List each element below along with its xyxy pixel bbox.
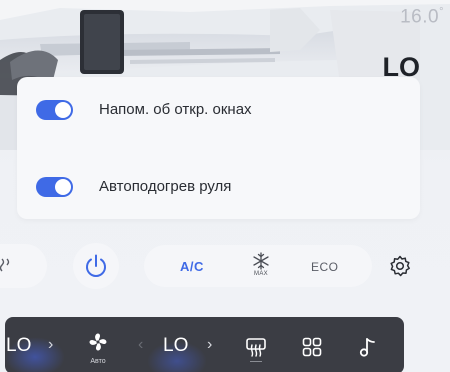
driver-temp[interactable]: LO <box>6 335 31 357</box>
fan-mode-label: Авто <box>90 358 106 365</box>
setting-row-window-reminder[interactable]: Напом. об откр. окнах <box>17 95 420 125</box>
defrost-indicator <box>250 361 262 362</box>
passenger-temp[interactable]: LO <box>163 335 188 357</box>
window-reminder-toggle[interactable] <box>36 100 73 120</box>
temperature-unit: ° <box>439 6 444 18</box>
chevron-right-icon[interactable]: › <box>48 336 53 354</box>
max-ac-button[interactable]: MAX <box>248 252 274 282</box>
max-label: MAX <box>254 271 268 277</box>
power-button[interactable] <box>73 243 119 289</box>
window-reminder-label: Напом. об откр. окнах <box>99 101 252 118</box>
rear-defrost-icon[interactable] <box>245 337 267 357</box>
fan-icon[interactable] <box>87 331 109 353</box>
power-icon <box>86 254 106 277</box>
toggle-knob <box>55 102 71 118</box>
music-note-icon[interactable] <box>359 336 379 358</box>
settings-button[interactable] <box>388 254 412 278</box>
seat-heat-icon <box>0 258 10 272</box>
chevron-right-icon[interactable]: › <box>207 336 212 354</box>
snowflake-max-icon <box>253 252 269 270</box>
temperature-value: 16.0 <box>400 6 440 28</box>
eco-button[interactable]: ECO <box>311 260 339 274</box>
seat-heat-button[interactable] <box>0 244 47 288</box>
steering-heat-toggle[interactable] <box>36 177 73 197</box>
gear-icon <box>390 255 410 277</box>
bottom-dock: LO › Авто ‹ LO › <box>5 317 404 372</box>
climate-mode-bar: A/C MAX ECO <box>144 245 372 287</box>
temperature-right[interactable]: 16.0° <box>364 6 444 28</box>
setting-row-steering-heat[interactable]: Автоподогрев руля <box>17 172 420 202</box>
quick-settings-popup: Напом. об откр. окнах Автоподогрев руля <box>17 77 420 219</box>
ac-button[interactable]: A/C <box>180 259 204 274</box>
chevron-left-icon[interactable]: ‹ <box>138 336 143 354</box>
steering-heat-label: Автоподогрев руля <box>99 178 232 195</box>
toggle-knob <box>55 179 71 195</box>
apps-grid-icon[interactable] <box>302 337 322 357</box>
climate-screen: 16.0° LO Напом. об откр. окнах Автоподог… <box>0 0 450 372</box>
